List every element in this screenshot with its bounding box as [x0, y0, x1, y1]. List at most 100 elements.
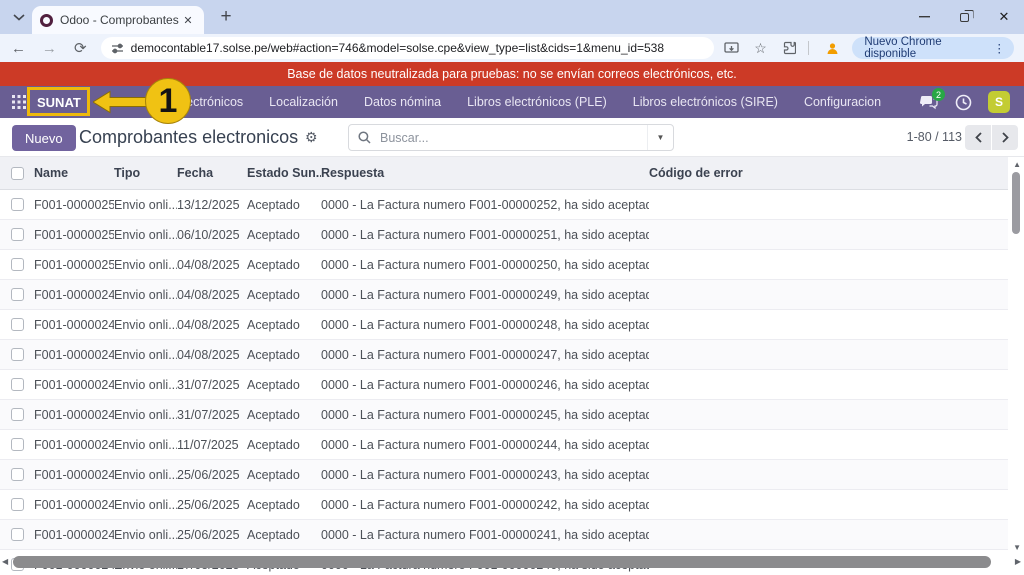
menubar-item[interactable]: Libros electrónicos (SIRE): [633, 95, 778, 109]
row-checkbox[interactable]: [11, 378, 24, 391]
row-checkbox[interactable]: [11, 468, 24, 481]
tab-search-chevron-icon[interactable]: [8, 6, 30, 28]
cell-fecha: 31/07/2025: [177, 408, 247, 422]
table-row[interactable]: F001-00000247Envio onli...04/08/2025Acep…: [0, 340, 1008, 370]
back-icon[interactable]: ←: [6, 36, 31, 60]
table-row[interactable]: F001-00000249Envio onli...04/08/2025Acep…: [0, 280, 1008, 310]
menubar-items: Documentos electrónicosLocalizaciónDatos…: [103, 95, 907, 109]
table-row[interactable]: F001-00000246Envio onli...31/07/2025Acep…: [0, 370, 1008, 400]
cell-tipo: Envio onli...: [114, 378, 177, 392]
menubar-item[interactable]: Configuracion: [804, 95, 881, 109]
cell-tipo: Envio onli...: [114, 228, 177, 242]
user-avatar[interactable]: S: [988, 91, 1010, 113]
header-estado[interactable]: Estado Sun...: [247, 166, 321, 180]
row-checkbox[interactable]: [11, 408, 24, 421]
address-bar[interactable]: democontable17.solse.pe/web#action=746&m…: [101, 37, 715, 59]
menubar-item[interactable]: Datos nómina: [364, 95, 441, 109]
vertical-scrollbar[interactable]: [1012, 172, 1020, 234]
messages-button[interactable]: 2: [916, 89, 942, 115]
bookmark-star-icon[interactable]: ☆: [749, 36, 772, 60]
horizontal-scrollbar[interactable]: [13, 556, 991, 568]
select-all-checkbox[interactable]: [11, 167, 24, 180]
table-row[interactable]: F001-00000243Envio onli...25/06/2025Acep…: [0, 460, 1008, 490]
header-fecha[interactable]: Fecha: [177, 166, 247, 180]
tab-close-icon[interactable]: ✕: [180, 12, 196, 28]
table-row[interactable]: F001-00000244Envio onli...11/07/2025Acep…: [0, 430, 1008, 460]
cell-respuesta: 0000 - La Factura numero F001-00000252, …: [321, 198, 649, 212]
cell-fecha: 25/06/2025: [177, 498, 247, 512]
reload-icon[interactable]: ⟳: [68, 36, 93, 60]
extensions-icon[interactable]: [778, 36, 801, 60]
profile-icon[interactable]: [822, 36, 845, 60]
chrome-update-button[interactable]: Nuevo Chrome disponible ⋮: [852, 37, 1014, 59]
forward-icon[interactable]: →: [37, 36, 62, 60]
header-codigo[interactable]: Código de error: [649, 166, 1008, 180]
table-body: F001-00000252Envio onli...13/12/2025Acep…: [0, 190, 1008, 575]
row-checkbox[interactable]: [11, 528, 24, 541]
cell-estado: Aceptado: [247, 498, 321, 512]
window-minimize-icon[interactable]: [904, 0, 944, 34]
horizontal-scroll-right-icon[interactable]: ▶: [1015, 557, 1021, 566]
cell-respuesta: 0000 - La Factura numero F001-00000245, …: [321, 408, 649, 422]
cell-estado: Aceptado: [247, 378, 321, 392]
new-tab-button[interactable]: +: [214, 5, 238, 29]
pager-previous-button[interactable]: [965, 125, 991, 150]
table-row[interactable]: F001-00000252Envio onli...13/12/2025Acep…: [0, 190, 1008, 220]
vertical-scroll-down-icon[interactable]: ▼: [1013, 543, 1021, 552]
row-checkbox[interactable]: [11, 498, 24, 511]
row-checkbox[interactable]: [11, 438, 24, 451]
activities-button[interactable]: [950, 89, 976, 115]
cell-name: F001-00000243: [34, 468, 114, 482]
row-checkbox[interactable]: [11, 228, 24, 241]
cell-estado: Aceptado: [247, 318, 321, 332]
row-checkbox[interactable]: [11, 258, 24, 271]
table-row[interactable]: F001-00000242Envio onli...25/06/2025Acep…: [0, 490, 1008, 520]
row-checkbox[interactable]: [11, 198, 24, 211]
menubar-item[interactable]: Localización: [269, 95, 338, 109]
browser-tab[interactable]: Odoo - Comprobantes electron ✕: [32, 6, 204, 34]
cell-tipo: Envio onli...: [114, 468, 177, 482]
cell-estado: Aceptado: [247, 468, 321, 482]
table-row[interactable]: F001-00000245Envio onli...31/07/2025Acep…: [0, 400, 1008, 430]
menubar-right: 2 S: [916, 89, 1016, 115]
search-box[interactable]: ▼: [348, 124, 674, 151]
cell-respuesta: 0000 - La Factura numero F001-00000242, …: [321, 498, 649, 512]
cell-fecha: 04/08/2025: [177, 318, 247, 332]
cell-tipo: Envio onli...: [114, 438, 177, 452]
header-tipo[interactable]: Tipo: [114, 166, 177, 180]
cell-respuesta: 0000 - La Factura numero F001-00000248, …: [321, 318, 649, 332]
row-checkbox[interactable]: [11, 348, 24, 361]
chrome-menu-icon[interactable]: ⋮: [989, 41, 1011, 55]
pager-next-button[interactable]: [992, 125, 1018, 150]
gear-icon[interactable]: ⚙: [305, 129, 318, 146]
row-checkbox[interactable]: [11, 288, 24, 301]
cell-name: F001-00000251: [34, 228, 114, 242]
table-row[interactable]: F001-00000250Envio onli...04/08/2025Acep…: [0, 250, 1008, 280]
menubar-item[interactable]: Libros electrónicos (PLE): [467, 95, 607, 109]
window-close-icon[interactable]: ✕: [984, 0, 1024, 34]
table-row[interactable]: F001-00000248Envio onli...04/08/2025Acep…: [0, 310, 1008, 340]
vertical-scroll-up-icon[interactable]: ▲: [1013, 160, 1021, 169]
new-record-button[interactable]: Nuevo: [12, 125, 76, 151]
window-restore-icon[interactable]: [944, 0, 984, 34]
search-dropdown-icon[interactable]: ▼: [647, 125, 673, 150]
cell-name: F001-00000250: [34, 258, 114, 272]
toolbar-divider: [808, 41, 809, 55]
horizontal-scroll-left-icon[interactable]: ◀: [2, 557, 8, 566]
header-respuesta[interactable]: Respuesta: [321, 166, 649, 180]
search-input[interactable]: [378, 130, 647, 146]
messages-badge: 2: [932, 88, 945, 101]
cell-tipo: Envio onli...: [114, 288, 177, 302]
cell-fecha: 04/08/2025: [177, 288, 247, 302]
cell-respuesta: 0000 - La Factura numero F001-00000251, …: [321, 228, 649, 242]
install-app-icon[interactable]: [720, 36, 743, 60]
cell-respuesta: 0000 - La Factura numero F001-00000243, …: [321, 468, 649, 482]
cell-respuesta: 0000 - La Factura numero F001-00000244, …: [321, 438, 649, 452]
table-row[interactable]: F001-00000251Envio onli...06/10/2025Acep…: [0, 220, 1008, 250]
cell-fecha: 11/07/2025: [177, 438, 247, 452]
row-checkbox[interactable]: [11, 318, 24, 331]
cell-fecha: 25/06/2025: [177, 528, 247, 542]
cell-name: F001-00000242: [34, 498, 114, 512]
table-row[interactable]: F001-00000241Envio onli...25/06/2025Acep…: [0, 520, 1008, 550]
header-name[interactable]: Name: [34, 166, 114, 180]
